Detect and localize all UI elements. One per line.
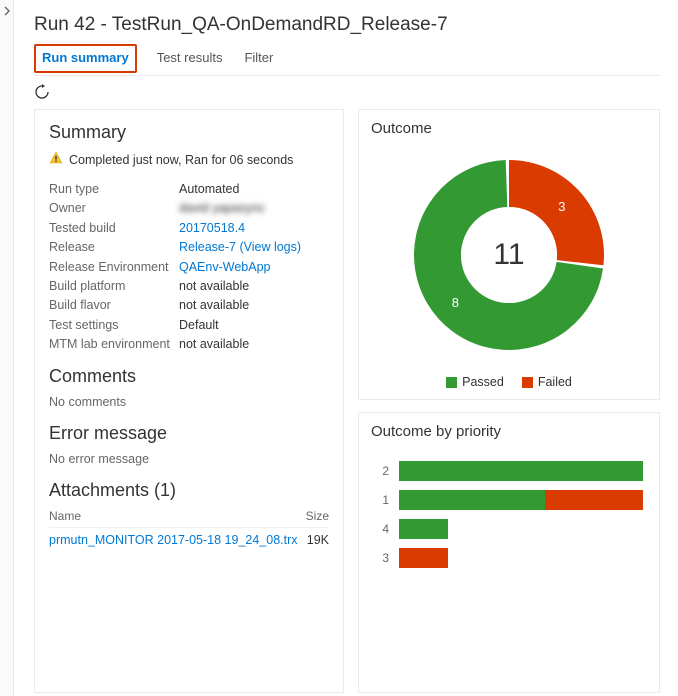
bar-category: 4 [375, 522, 389, 536]
outcome-priority-title: Outcome by priority [371, 423, 647, 440]
attach-col-size: Size [306, 509, 329, 523]
tab-bar: Run summary Test results Filter [34, 44, 660, 76]
outcome-pass-count: 8 [452, 295, 459, 310]
attachments-heading: Attachments (1) [49, 480, 329, 501]
summary-heading: Summary [49, 122, 329, 143]
value-run-type: Automated [179, 180, 239, 199]
summary-panel: Summary Completed just now, Ran for 06 s… [34, 109, 344, 693]
value-owner: david yapasync [179, 199, 265, 218]
legend-swatch-passed [446, 377, 457, 388]
link-tested-build[interactable]: 20170518.4 [179, 219, 245, 238]
value-build-platform: not available [179, 277, 249, 296]
panel-collapse-handle[interactable] [0, 0, 14, 696]
link-release[interactable]: Release-7 (View logs) [179, 238, 301, 257]
value-test-settings: Default [179, 316, 219, 335]
chevron-right-icon [2, 6, 12, 16]
bar-category: 1 [375, 493, 389, 507]
bar-category: 2 [375, 464, 389, 478]
bar-track [399, 519, 643, 539]
bar-category: 3 [375, 551, 389, 565]
error-heading: Error message [49, 423, 329, 444]
run-status-row: Completed just now, Ran for 06 seconds [49, 151, 329, 168]
attachment-size: 19K [307, 533, 329, 547]
bar-row: 3 [375, 548, 643, 568]
bar-track [399, 548, 643, 568]
priority-bars: 2 1 4 3 [371, 444, 647, 579]
bar-row: 1 [375, 490, 643, 510]
bar-segment [545, 490, 643, 510]
bar-segment [399, 519, 448, 539]
bar-row: 4 [375, 519, 643, 539]
warning-icon [49, 151, 63, 168]
attach-col-name: Name [49, 509, 81, 523]
outcome-title: Outcome [371, 120, 647, 137]
refresh-button[interactable] [34, 84, 50, 103]
tab-test-results[interactable]: Test results [155, 44, 225, 75]
comments-text: No comments [49, 395, 329, 409]
bar-track [399, 461, 643, 481]
bar-segment [399, 461, 643, 481]
run-status-text: Completed just now, Ran for 06 seconds [69, 153, 293, 167]
bar-segment [399, 548, 448, 568]
page-title: Run 42 - TestRun_QA-OnDemandRD_Release-7 [34, 14, 660, 36]
value-mtm: not available [179, 335, 249, 354]
value-build-flavor: not available [179, 296, 249, 315]
outcome-priority-panel: Outcome by priority 2 1 4 3 [358, 412, 660, 693]
tab-filter[interactable]: Filter [242, 44, 275, 75]
tab-run-summary[interactable]: Run summary [34, 44, 137, 73]
attachment-link[interactable]: prmutn_MONITOR 2017-05-18 19_24_08.trx [49, 533, 298, 547]
link-release-env[interactable]: QAEnv-WebApp [179, 258, 270, 277]
outcome-fail-count: 3 [558, 199, 565, 214]
error-text: No error message [49, 452, 329, 466]
bar-track [399, 490, 643, 510]
outcome-legend: Passed Failed [371, 375, 647, 389]
bar-segment [399, 490, 545, 510]
comments-heading: Comments [49, 366, 329, 387]
legend-swatch-failed [522, 377, 533, 388]
refresh-icon [34, 84, 50, 100]
attachment-row: prmutn_MONITOR 2017-05-18 19_24_08.trx 1… [49, 528, 329, 547]
outcome-donut: 11 3 8 [399, 145, 619, 365]
bar-row: 2 [375, 461, 643, 481]
toolbar [34, 76, 660, 109]
outcome-panel: Outcome 11 3 8 Passed Failed [358, 109, 660, 400]
outcome-total: 11 [493, 238, 524, 272]
